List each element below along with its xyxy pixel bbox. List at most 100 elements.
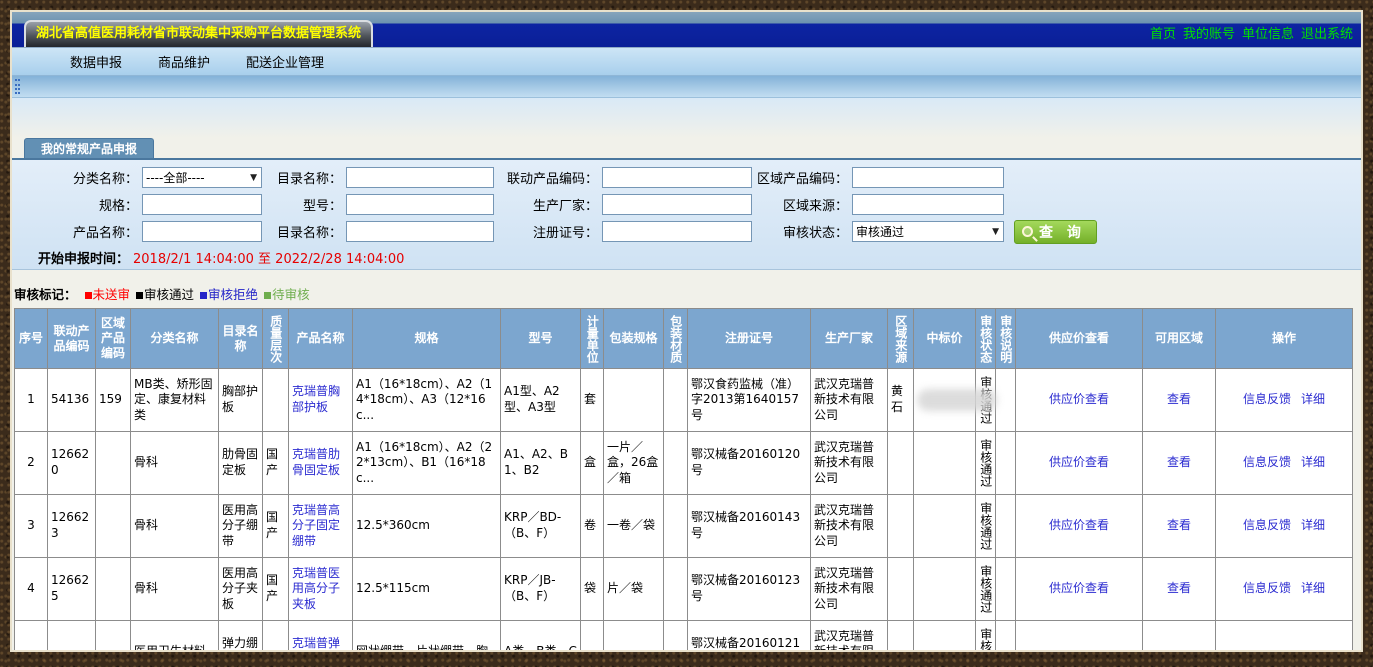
drag-grip-icon[interactable] [15,79,20,94]
cell-region_source: 黄石 [888,369,914,432]
col-header-region_view: 可用区域 [1143,309,1216,369]
search-form-row: 产品名称：目录名称：注册证号：审核状态：审核通过▼查 询 [12,218,1361,245]
topbar-link[interactable]: 首页 [1150,27,1176,42]
op-link[interactable]: 详细 [1301,581,1325,595]
product-name-input[interactable] [142,221,262,242]
supply_view-link[interactable]: 供应价查看 [1049,518,1109,532]
audit-status-select[interactable]: 审核通过▼ [852,221,1004,242]
chevron-down-icon: ▼ [250,173,258,183]
region-code-input[interactable] [852,167,1004,188]
cell-pack_spec: 片／袋 [604,558,664,621]
legend-item: 待审核 [264,287,310,302]
cell-region_source [888,432,914,495]
cell-audit_note [996,432,1016,495]
op-link[interactable]: 信息反馈 [1243,392,1291,406]
supply_view-link[interactable]: 供应价查看 [1049,392,1109,406]
cell-price [914,621,976,653]
menu-item[interactable]: 配送企业管理 [246,52,324,71]
cell-region_view: 查看 [1143,369,1216,432]
legend-square-icon [136,292,143,299]
cell-catalog: 弹力绷带 [219,621,263,653]
cell-pack_material [664,558,688,621]
cert-input-label: 注册证号： [494,222,602,241]
cell-region_source [888,558,914,621]
product-link[interactable]: 克瑞普弹力绷带 [292,636,340,652]
cell-cert: 鄂汉食药监械（准）字2013第1640157号 [688,369,811,432]
cell-pack_spec: 一卷／袋 [604,495,664,558]
cell-quality [263,369,289,432]
query-button-label: 查 询 [1039,222,1086,242]
cell-pack_material [664,369,688,432]
product-link[interactable]: 克瑞普胸部护板 [292,384,340,414]
search-form: 分类名称：----全部----▼目录名称：联动产品编码：区域产品编码：规格：型号… [12,164,1361,245]
redacted-price [917,389,997,411]
cell-unit: 套 [581,369,604,432]
op-link[interactable]: 详细 [1301,392,1325,406]
cell-manufacturer: 武汉克瑞普新技术有限公司 [811,558,888,621]
col-header-price: 中标价 [914,309,976,369]
topbar-link[interactable]: 我的账号 [1183,27,1235,42]
col-header-region_code: 区域产品编码 [96,309,131,369]
cell-catalog: 肋骨固定板 [219,432,263,495]
tab-my-regular-product-declare[interactable]: 我的常规产品申报 [24,138,154,158]
cell-region_code [96,495,131,558]
cell-model: A1型、A2型、A3型 [501,369,581,432]
link-code-input[interactable] [602,167,752,188]
op-link[interactable]: 信息反馈 [1243,518,1291,532]
col-header-seq: 序号 [15,309,48,369]
category-select[interactable]: ----全部----▼ [142,167,262,188]
region_view-link[interactable]: 查看 [1167,518,1191,532]
product-link[interactable]: 克瑞普高分子固定绷带 [292,503,340,548]
cell-spec: A1（16*18cm）、A2（14*18cm）、A3（12*16c... [353,369,501,432]
topbar-link[interactable]: 退出系统 [1301,27,1353,42]
catalog-input[interactable] [346,167,494,188]
cell-category: 骨科 [131,432,219,495]
op-link[interactable]: 详细 [1301,455,1325,469]
op-link[interactable]: 详细 [1301,518,1325,532]
query-button[interactable]: 查 询 [1014,220,1097,244]
spec-input[interactable] [142,194,262,215]
product-link[interactable]: 克瑞普医用高分子夹板 [292,566,340,611]
menu-item[interactable]: 商品维护 [158,52,210,71]
product-table: 序号联动产品编码区域产品编码分类名称目录名称质量层次产品名称规格型号计量单位包装… [14,308,1353,652]
product-link[interactable]: 克瑞普肋骨固定板 [292,447,340,477]
cell-supply_view [1016,621,1143,653]
chevron-down-icon: ▼ [992,227,1000,237]
manufacturer-input[interactable] [602,194,752,215]
legend-item: 未送审 [85,287,131,302]
cell-pack_spec [604,369,664,432]
cert-input[interactable] [602,221,752,242]
col-header-catalog: 目录名称 [219,309,263,369]
cell-region_source [888,621,914,653]
audit-legend-items: 未送审审核通过审核拒绝待审核 [85,284,316,303]
cell-audit_status: 审核通过 [976,558,996,621]
declare-time-value: 2018/2/1 14:04:00 至 2022/2/28 14:04:00 [133,248,404,267]
cell-audit_note [996,558,1016,621]
col-header-manufacturer: 生产厂家 [811,309,888,369]
app-window: 湖北省高值医用耗材省市联动集中采购平台数据管理系统 首页我的账号单位信息退出系统… [10,10,1363,652]
cell-manufacturer: 武汉克瑞普新技术有限公司 [811,495,888,558]
supply_view-link[interactable]: 供应价查看 [1049,581,1109,595]
region_view-link[interactable]: 查看 [1167,455,1191,469]
cell-cert: 鄂汉械备20160123号 [688,558,811,621]
menu-item[interactable]: 数据申报 [70,52,122,71]
cell-product: 克瑞普胸部护板 [289,369,353,432]
cell-link_code: 126623 [48,495,96,558]
cell-spec: 12.5*115cm [353,558,501,621]
cell-price [914,432,976,495]
topbar-link[interactable]: 单位信息 [1242,27,1294,42]
model-input[interactable] [346,194,494,215]
cell-seq [15,621,48,653]
region_view-link[interactable]: 查看 [1167,581,1191,595]
region_view-link[interactable]: 查看 [1167,392,1191,406]
catalog-name-input[interactable] [346,221,494,242]
cell-pack_material [664,432,688,495]
region-source-input[interactable] [852,194,1004,215]
cell-ops: 信息反馈详细 [1216,495,1353,558]
op-link[interactable]: 信息反馈 [1243,581,1291,595]
cell-catalog: 胸部护板 [219,369,263,432]
supply_view-link[interactable]: 供应价查看 [1049,455,1109,469]
cell-region_view: 查看 [1143,558,1216,621]
op-link[interactable]: 信息反馈 [1243,455,1291,469]
cell-unit [581,621,604,653]
